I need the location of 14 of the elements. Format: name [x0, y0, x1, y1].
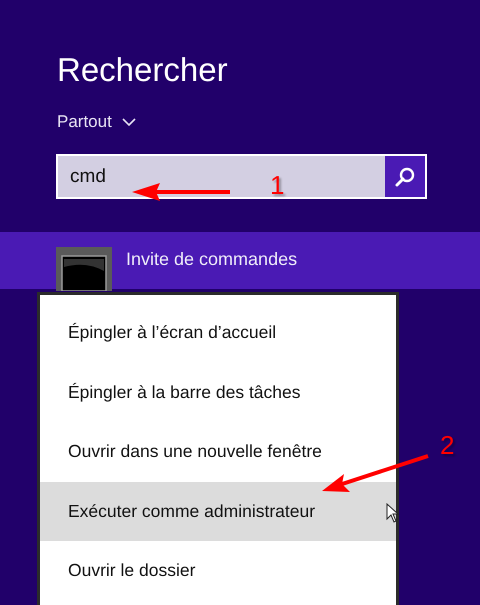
menu-item[interactable]: Ouvrir dans une nouvelle fenêtre [40, 422, 396, 482]
menu-item[interactable]: Épingler à l’écran d’accueil [40, 303, 396, 362]
page-title: Rechercher [57, 50, 229, 90]
menu-item[interactable]: Exécuter comme administrateur [40, 482, 396, 541]
search-result[interactable]: Invite de commandes [0, 232, 480, 289]
search-button[interactable] [385, 156, 425, 197]
chevron-icon[interactable] [122, 118, 136, 126]
result-label: Invite de commandes [126, 249, 298, 270]
menu-item[interactable]: Ouvrir le dossier [40, 541, 396, 600]
menu-item[interactable]: Épingler à la barre des tâches [40, 362, 396, 422]
annotation-number: 2 [440, 432, 454, 458]
scope-dropdown[interactable]: Partout [57, 112, 112, 132]
annotation-number: 1 [270, 172, 284, 198]
search-icon [394, 166, 416, 188]
